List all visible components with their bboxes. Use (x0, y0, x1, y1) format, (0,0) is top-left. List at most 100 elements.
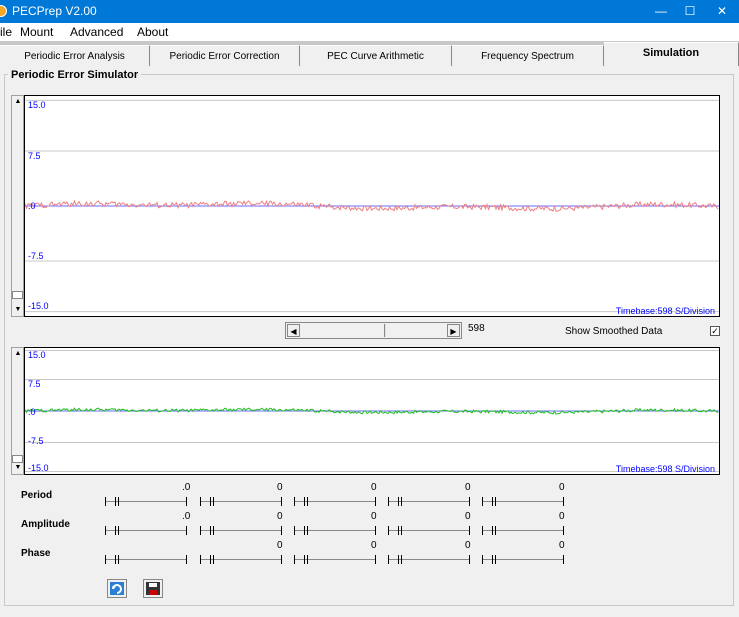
amplitude-value: 0 (465, 511, 471, 522)
scroll-down-icon[interactable]: ▼ (13, 463, 23, 473)
period-label: Period (21, 490, 53, 501)
scroll-right-icon[interactable]: ▶ (447, 324, 460, 337)
amplitude-value: 0 (559, 511, 565, 522)
title-bar: PECPrep V2.00 — ☐ ✕ (0, 0, 739, 23)
amplitude-slider[interactable] (294, 526, 376, 535)
tab-simulation[interactable]: Simulation (604, 42, 739, 66)
amplitude-slider[interactable] (105, 526, 187, 535)
show-smoothed-label: Show Smoothed Data (565, 326, 663, 337)
slider-tick (294, 497, 295, 506)
period-slider[interactable] (105, 497, 187, 506)
menu-mount[interactable]: Mount (20, 25, 53, 39)
period-slider[interactable] (388, 497, 470, 506)
slider-knob[interactable] (492, 526, 496, 535)
slider-knob[interactable] (210, 555, 214, 564)
slider-knob[interactable] (398, 526, 402, 535)
scroll-up-icon[interactable]: ▲ (13, 97, 23, 107)
slider-knob[interactable] (398, 555, 402, 564)
scroll-down-icon[interactable]: ▼ (13, 305, 23, 315)
slider-knob[interactable] (304, 526, 308, 535)
amplitude-slider[interactable] (388, 526, 470, 535)
tab-periodic-error-correction[interactable]: Periodic Error Correction (150, 45, 300, 66)
scroll-thumb[interactable] (12, 291, 23, 299)
scroll-left-icon[interactable]: ◀ (287, 324, 300, 337)
phase-slider[interactable] (482, 555, 564, 564)
slider-tick (200, 497, 201, 506)
close-button[interactable]: ✕ (705, 0, 739, 23)
top-y-label-max: 15.0 (28, 100, 46, 110)
slider-tick (375, 526, 376, 535)
slider-knob[interactable] (115, 497, 119, 506)
top-plot-canvas (25, 99, 719, 313)
phase-label: Phase (21, 548, 51, 559)
slider-knob[interactable] (304, 555, 308, 564)
period-slider[interactable] (482, 497, 564, 506)
tabs: Periodic Error Analysis Periodic Error C… (0, 41, 739, 66)
amplitude-slider[interactable] (200, 526, 282, 535)
scroll-up-icon[interactable]: ▲ (13, 349, 23, 359)
period-slider[interactable] (294, 497, 376, 506)
slider-tick (186, 555, 187, 564)
top-y-label-high: 7.5 (28, 151, 41, 161)
phase-slider[interactable] (388, 555, 470, 564)
scroll-thumb[interactable] (12, 455, 23, 463)
bottom-y-label-low: -7.5 (28, 436, 44, 446)
slider-knob[interactable] (492, 555, 496, 564)
phase-value: 0 (559, 540, 565, 551)
amplitude-label: Amplitude (21, 519, 70, 530)
slider-tick (105, 497, 106, 506)
bottom-timebase-label: Timebase:598 S/Division (615, 464, 715, 474)
slider-knob[interactable] (398, 497, 402, 506)
tab-pec-curve-arithmetic[interactable]: PEC Curve Arithmetic (300, 45, 452, 66)
slider-knob[interactable] (304, 497, 308, 506)
phase-slider[interactable] (200, 555, 282, 564)
slider-tick (469, 555, 470, 564)
tab-frequency-spectrum[interactable]: Frequency Spectrum (452, 45, 604, 66)
slider-knob[interactable] (115, 526, 119, 535)
slider-knob[interactable] (210, 497, 214, 506)
tab-periodic-error-analysis[interactable]: Periodic Error Analysis (0, 45, 150, 66)
menu-advanced[interactable]: Advanced (70, 25, 123, 39)
slider-tick (388, 497, 389, 506)
floppy-icon (146, 582, 160, 595)
top-plot-vscroll[interactable]: ▲ ▼ (11, 95, 24, 317)
slider-tick (563, 555, 564, 564)
menu-about[interactable]: About (137, 25, 168, 39)
slider-tick (281, 497, 282, 506)
bottom-error-plot: 15.0 7.5 .0 -7.5 -15.0 Timebase:598 S/Di… (24, 347, 720, 475)
slider-tick (563, 497, 564, 506)
slider-tick (281, 555, 282, 564)
slider-knob[interactable] (115, 555, 119, 564)
slider-tick (388, 526, 389, 535)
slider-tick (388, 555, 389, 564)
refresh-icon (110, 582, 124, 595)
slider-tick (200, 526, 201, 535)
slider-knob[interactable] (492, 497, 496, 506)
slider-knob[interactable] (210, 526, 214, 535)
slider-tick (200, 555, 201, 564)
refresh-button[interactable] (107, 579, 127, 598)
slider-tick (105, 526, 106, 535)
maximize-button[interactable]: ☐ (670, 0, 710, 23)
phase-slider[interactable] (105, 555, 187, 564)
period-slider[interactable] (200, 497, 282, 506)
show-smoothed-checkbox[interactable]: ✓ (710, 326, 720, 336)
bottom-plot-vscroll[interactable]: ▲ ▼ (11, 347, 24, 475)
timebase-value: 598 (468, 323, 485, 334)
slider-tick (186, 497, 187, 506)
bottom-y-label-min: -15.0 (28, 463, 49, 473)
slider-tick (105, 555, 106, 564)
phase-slider[interactable] (294, 555, 376, 564)
slider-tick (281, 526, 282, 535)
slider-tick (186, 526, 187, 535)
menu-file[interactable]: ile (0, 25, 12, 39)
amplitude-value: 0 (371, 511, 377, 522)
timebase-scrollbar[interactable]: ◀ ▶ (285, 322, 462, 339)
timebase-scroll-thumb[interactable] (384, 324, 386, 337)
amplitude-slider[interactable] (482, 526, 564, 535)
slider-tick (375, 497, 376, 506)
window-title: PECPrep V2.00 (12, 4, 97, 18)
save-button[interactable] (143, 579, 163, 598)
phase-value: 0 (371, 540, 377, 551)
bottom-y-label-max: 15.0 (28, 350, 46, 360)
